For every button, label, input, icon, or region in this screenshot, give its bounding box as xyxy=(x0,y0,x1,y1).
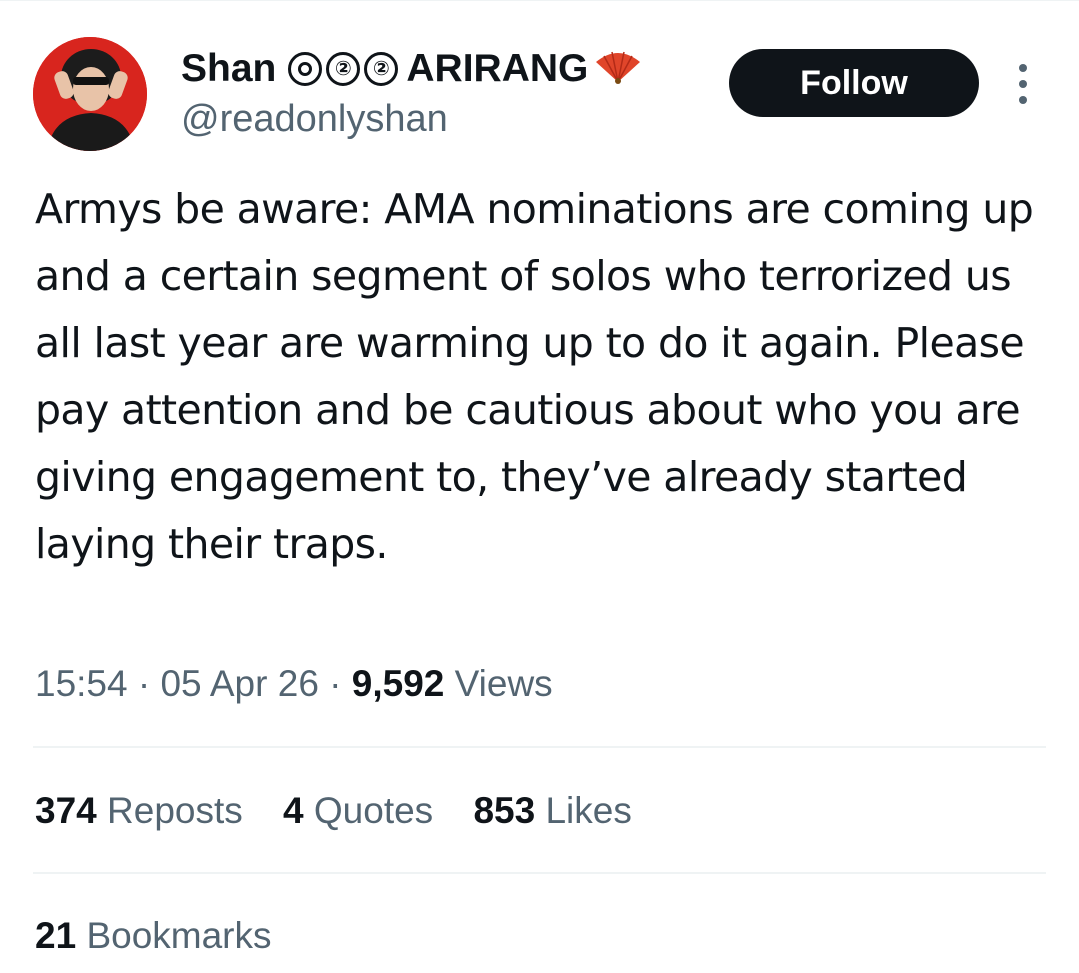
folding-fan-icon xyxy=(594,50,642,89)
views-count: 9,592 xyxy=(351,663,445,704)
more-options-icon[interactable] xyxy=(1012,64,1034,104)
bookmarks-label: Bookmarks xyxy=(86,915,272,956)
reposts-label: Reposts xyxy=(107,790,243,831)
engagement-stats: 374 Reposts 4 Quotes 853 Likes xyxy=(35,790,662,832)
likes-label: Likes xyxy=(545,790,632,831)
author-name-row[interactable]: Shan ② ② ARIRANG xyxy=(181,44,642,94)
quotes-stat[interactable]: 4 Quotes xyxy=(283,790,443,831)
tweet-meta: 15:54 · 05 Apr 26 · 9,592 Views xyxy=(35,663,553,705)
author-handle[interactable]: @readonlyshan xyxy=(181,98,448,141)
author-name[interactable]: Shan xyxy=(181,47,276,91)
quotes-label: Quotes xyxy=(313,790,434,831)
likes-count: 853 xyxy=(473,790,536,831)
two-circle-icon: ② xyxy=(326,52,361,86)
author-name-suffix[interactable]: ARIRANG xyxy=(406,47,588,91)
likes-stat[interactable]: 853 Likes xyxy=(473,790,631,831)
divider xyxy=(33,872,1046,874)
bookmarks-stat[interactable]: 21 Bookmarks xyxy=(35,915,272,957)
bookmarks-count: 21 xyxy=(35,915,77,956)
avatar[interactable] xyxy=(33,37,147,151)
views-label: Views xyxy=(454,663,553,704)
zero-circle-icon xyxy=(288,52,323,86)
quotes-count: 4 xyxy=(283,790,304,831)
reposts-stat[interactable]: 374 Reposts xyxy=(35,790,253,831)
tweet-text: Armys be aware: AMA nominations are comi… xyxy=(35,185,1034,568)
follow-button[interactable]: Follow xyxy=(729,49,979,117)
profile-avatar-image xyxy=(33,37,147,151)
divider xyxy=(33,746,1046,748)
top-divider xyxy=(0,0,1079,1)
tweet-time[interactable]: 15:54 xyxy=(35,663,128,704)
separator: · xyxy=(137,663,151,704)
two-circle-icon: ② xyxy=(364,52,399,86)
reposts-count: 374 xyxy=(35,790,97,831)
tweet-date[interactable]: 05 Apr 26 xyxy=(160,663,318,704)
separator: · xyxy=(329,663,342,704)
